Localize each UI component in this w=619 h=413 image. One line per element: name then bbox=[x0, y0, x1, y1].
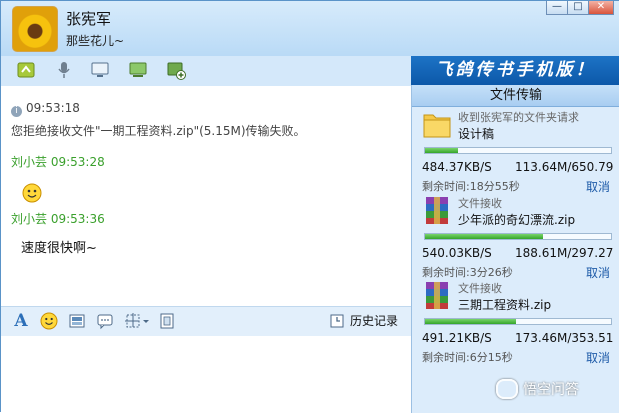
progress-bar bbox=[424, 233, 612, 240]
minimize-button[interactable]: — bbox=[546, 1, 568, 15]
format-toolbar: A 历史记录 bbox=[1, 306, 411, 336]
window-controls: — □ ✕ bbox=[546, 1, 614, 15]
cancel-link[interactable]: 取消 bbox=[586, 349, 610, 366]
chat-window: 张宪军 那些花儿~ — □ ✕ 飞鸽传书手机版！ i 09:53:18 您拒绝接收… bbox=[0, 0, 619, 413]
contact-name: 张宪军 bbox=[66, 10, 112, 28]
progress-fill bbox=[425, 148, 458, 153]
panel-title: 文件传输 bbox=[412, 85, 619, 107]
promo-banner[interactable]: 飞鸽传书手机版！ bbox=[411, 56, 619, 85]
screenshot-icon[interactable] bbox=[123, 311, 151, 331]
film-icon[interactable] bbox=[157, 311, 177, 331]
progress-fill bbox=[425, 234, 543, 239]
watermark-logo-icon bbox=[496, 379, 518, 399]
history-button[interactable]: 历史记录 bbox=[329, 312, 398, 329]
chat-bubble-icon[interactable] bbox=[95, 311, 115, 331]
maximize-button[interactable]: □ bbox=[568, 1, 589, 15]
progress-fill bbox=[425, 319, 517, 324]
monitor-icon[interactable] bbox=[89, 59, 111, 81]
smiley-emoji-icon bbox=[22, 183, 42, 203]
system-message-time: i 09:53:18 bbox=[11, 101, 80, 117]
message-text: 速度很快啊~ bbox=[21, 241, 97, 256]
watermark: 悟空问答 bbox=[496, 379, 579, 399]
font-icon[interactable]: A bbox=[11, 311, 31, 331]
microphone-icon[interactable] bbox=[53, 59, 75, 81]
transfer-speed: 484.37KB/S bbox=[422, 160, 492, 174]
transfer-filename: 少年派的奇幻漂流.zip bbox=[458, 213, 576, 227]
transfer-size: 173.46M/353.51 bbox=[515, 331, 614, 345]
message-header: 刘小芸 09:53:28 bbox=[11, 153, 105, 170]
close-button[interactable]: ✕ bbox=[589, 1, 614, 15]
message-time: 09:53:36 bbox=[50, 212, 105, 226]
transfer-size: 188.61M/297.27 bbox=[515, 246, 614, 260]
system-time: 09:53:18 bbox=[26, 101, 80, 115]
file-transfer-panel: 文件传输 收到张宪军的文件夹请求 设计稿 484.37KB/S 113.64M/… bbox=[411, 85, 619, 413]
system-message: 您拒绝接收文件"一期工程资料.zip"(5.15M)传输失败。 bbox=[11, 124, 306, 138]
image-icon[interactable] bbox=[67, 311, 87, 331]
transfer-filename: 设计稿 bbox=[458, 127, 495, 141]
transfer-size: 113.64M/650.79 bbox=[515, 160, 614, 174]
progress-bar bbox=[424, 147, 612, 154]
transfer-speed: 540.03KB/S bbox=[422, 246, 492, 260]
info-icon: i bbox=[11, 106, 22, 117]
watermark-text: 悟空问答 bbox=[523, 382, 579, 398]
sender-name: 刘小芸 bbox=[11, 212, 48, 226]
transfer-item: 文件接收 少年派的奇幻漂流.zip 540.03KB/S 188.61M/297… bbox=[412, 193, 619, 288]
transfer-filename: 三期工程资料.zip bbox=[458, 298, 552, 312]
archive-icon bbox=[422, 193, 452, 227]
transfer-speed: 491.21KB/S bbox=[422, 331, 492, 345]
file-transfer-icon[interactable] bbox=[15, 59, 37, 81]
sender-name: 刘小芸 bbox=[11, 155, 48, 169]
transfer-item: 文件接收 三期工程资料.zip 491.21KB/S 173.46M/353.5… bbox=[412, 278, 619, 373]
history-label: 历史记录 bbox=[350, 314, 399, 328]
transfer-item: 收到张宪军的文件夹请求 设计稿 484.37KB/S 113.64M/650.7… bbox=[412, 107, 619, 202]
remote-desktop-icon[interactable] bbox=[127, 59, 149, 81]
message-input[interactable] bbox=[1, 336, 411, 413]
status-message: 那些花儿~ bbox=[66, 34, 125, 48]
message-header: 刘小芸 09:53:36 bbox=[11, 210, 105, 227]
message-area: i 09:53:18 您拒绝接收文件"一期工程资料.zip"(5.15M)传输失败… bbox=[1, 86, 411, 306]
emoji-icon[interactable] bbox=[39, 311, 59, 331]
folder-icon bbox=[422, 107, 452, 141]
progress-bar bbox=[424, 318, 612, 325]
remaining-time: 剩余时间:18分55秒 bbox=[422, 180, 520, 193]
history-icon bbox=[330, 314, 344, 327]
transfer-subtitle: 文件接收 bbox=[458, 197, 502, 210]
remaining-time: 剩余时间:6分15秒 bbox=[422, 351, 513, 364]
archive-icon bbox=[422, 278, 452, 312]
transfer-subtitle: 文件接收 bbox=[458, 282, 502, 295]
chat-toolbar bbox=[1, 56, 411, 86]
title-bar: 张宪军 那些花儿~ — □ ✕ bbox=[1, 1, 619, 56]
add-app-icon[interactable] bbox=[165, 59, 187, 81]
avatar[interactable] bbox=[12, 6, 58, 52]
transfer-subtitle: 收到张宪军的文件夹请求 bbox=[458, 111, 579, 124]
message-time: 09:53:28 bbox=[50, 155, 105, 169]
